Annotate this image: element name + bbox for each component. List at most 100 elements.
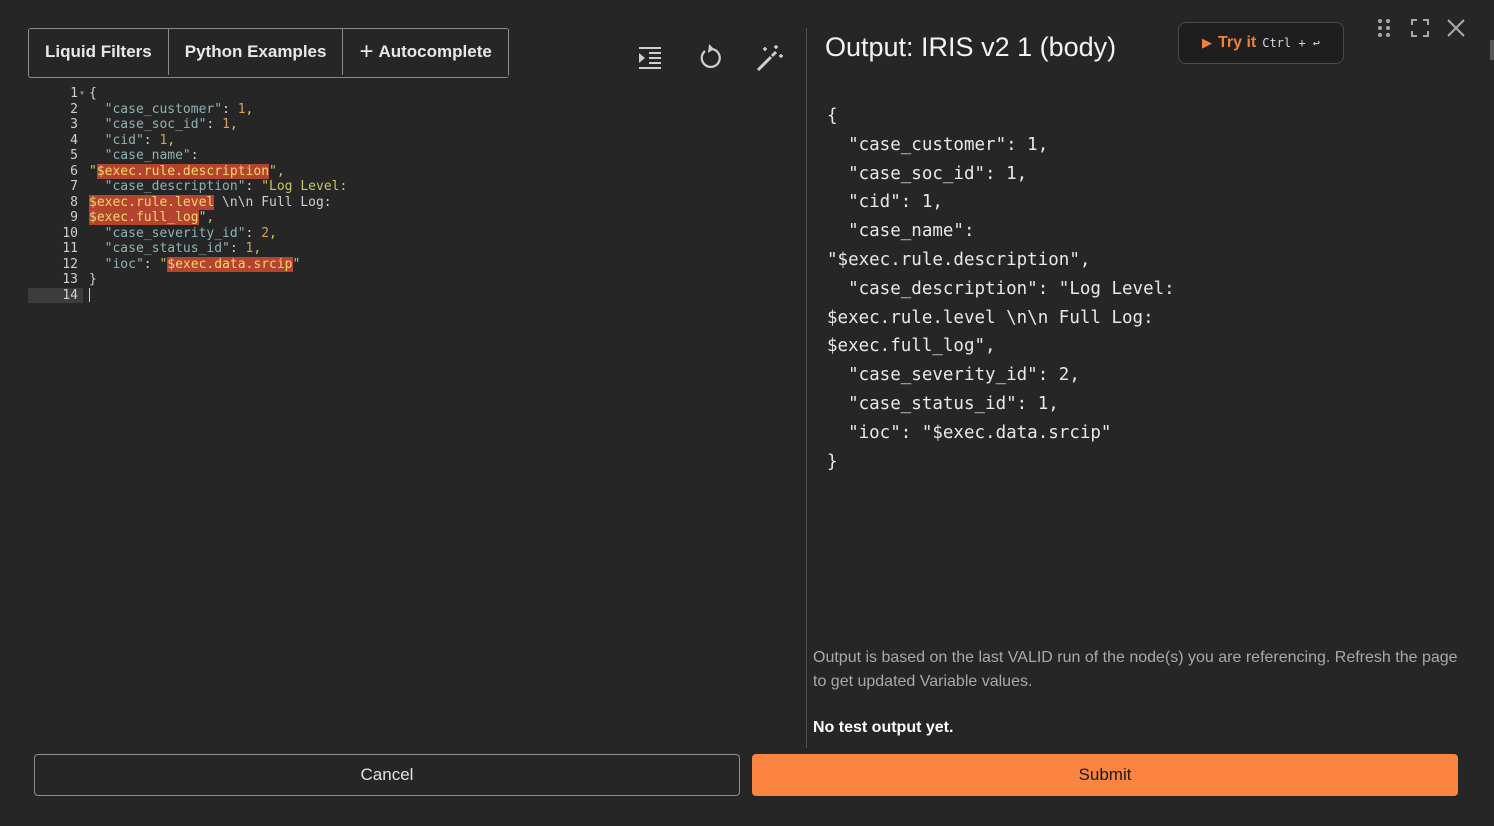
fullscreen-icon[interactable]: [1409, 17, 1431, 39]
line-number: 8: [70, 194, 78, 210]
line-number: 7: [70, 179, 78, 194]
line-content: [83, 288, 90, 304]
code-token: :: [229, 241, 246, 256]
code-line: 1 ▾ {: [28, 86, 788, 102]
panel-divider[interactable]: [806, 28, 807, 748]
editor-tabs: Liquid Filters Python Examples + Autocomp…: [28, 28, 509, 78]
code-token: ,: [167, 132, 176, 148]
output-line: "ioc": "$exec.data.srcip": [827, 422, 1112, 443]
code-token: "case_name": [104, 148, 191, 163]
code-token: "Log Level:: [261, 179, 348, 194]
line-content: "case_description": "Log Level:: [83, 179, 348, 195]
output-line: $exec.full_log",: [827, 336, 996, 357]
reset-icon[interactable]: [695, 43, 725, 73]
indent-icon[interactable]: [635, 43, 665, 73]
code-token: "case_status_id": [104, 241, 230, 256]
output-line: $exec.rule.level \n\n Full Log:: [827, 307, 1154, 328]
code-token: "ioc": [104, 256, 144, 272]
tab-label: Liquid Filters: [45, 42, 152, 61]
tab-label: Autocomplete: [378, 42, 492, 61]
line-number: 10: [62, 225, 78, 241]
tab-autocomplete[interactable]: + Autocomplete: [343, 29, 509, 75]
code-token: }: [89, 272, 97, 287]
code-line: 4 "cid": 1,: [28, 133, 788, 149]
code-token: 1: [237, 101, 246, 117]
line-number: 1 ▾: [70, 86, 85, 102]
variable-token: $exec.rule.description: [96, 163, 270, 179]
line-number: 5: [70, 148, 78, 163]
code-token: "case_description": [104, 179, 246, 194]
line-number: 9: [70, 210, 78, 225]
code-token: ,: [229, 117, 238, 132]
output-line: "case_status_id": 1,: [827, 393, 1059, 414]
line-number: 11: [62, 241, 78, 256]
variable-token: $exec.full_log: [89, 210, 199, 225]
line-content: "case_name":: [83, 148, 199, 164]
line-content: "ioc": "$exec.data.srcip": [83, 256, 300, 273]
output-line: {: [827, 106, 838, 126]
tab-label: Python Examples: [184, 42, 327, 61]
line-number: 13: [62, 272, 78, 287]
plus-icon: +: [359, 38, 374, 65]
code-token: ,: [245, 101, 254, 117]
line-number: 6: [70, 163, 78, 179]
fold-arrow-icon[interactable]: ▾: [79, 86, 85, 102]
code-token: :: [190, 148, 199, 163]
code-line: 12 "ioc": "$exec.data.srcip": [28, 256, 788, 273]
code-token: "case_customer": [104, 101, 223, 117]
code-editor[interactable]: 1 ▾{2 "case_customer": 1, 3 "case_soc_id":…: [28, 86, 788, 726]
code-token: ",: [198, 210, 215, 225]
code-token: ,: [253, 241, 262, 256]
try-it-label: Try it: [1217, 34, 1257, 51]
output-preview: { "case_customer": 1, "case_soc_id": 1, …: [827, 102, 1175, 476]
variable-token: $exec.data.srcip: [167, 256, 293, 272]
cancel-button[interactable]: Cancel: [34, 754, 740, 796]
line-content: "case_status_id": 1,: [83, 241, 262, 257]
code-line: 13}: [28, 272, 788, 288]
code-token: :: [143, 256, 160, 272]
code-token: ": [89, 163, 97, 179]
code-token: :: [245, 225, 262, 241]
code-token: "case_severity_id": [104, 225, 246, 241]
variable-token: $exec.rule.level: [89, 194, 215, 210]
code-token: :: [222, 101, 238, 117]
try-it-button[interactable]: ▶ Try it Ctrl + ↩: [1178, 22, 1344, 64]
line-content: }: [83, 272, 97, 288]
output-line: }: [827, 451, 838, 472]
output-line: "case_soc_id": 1,: [827, 163, 1028, 184]
line-content: $exec.full_log",: [83, 210, 214, 226]
output-note: Output is based on the last VALID run of…: [813, 649, 1458, 690]
line-number: 14: [28, 287, 83, 303]
scrollbar-edge: [1490, 40, 1494, 60]
code-token: :: [245, 179, 262, 194]
text-cursor: [89, 288, 90, 302]
code-token: :: [206, 117, 223, 132]
line-number: 3: [70, 117, 78, 132]
code-line: 6 "$exec.rule.description",: [28, 163, 788, 180]
tab-liquid-filters[interactable]: Liquid Filters: [29, 29, 169, 75]
drag-handle-icon[interactable]: [1373, 17, 1395, 39]
output-line: "cid": 1,: [827, 192, 943, 213]
output-line: "$exec.rule.description",: [827, 249, 1091, 270]
code-line: 5 "case_name":: [28, 148, 788, 164]
magic-wand-icon[interactable]: [754, 43, 784, 73]
submit-button[interactable]: Submit: [752, 754, 1458, 796]
code-line: 14: [28, 287, 788, 304]
code-token: 2: [261, 225, 270, 241]
code-line: 9 $exec.full_log",: [28, 210, 788, 226]
line-content: "case_soc_id": 1,: [83, 117, 238, 133]
code-token: \n\n Full Log:: [214, 194, 332, 210]
code-line: 2 "case_customer": 1,: [28, 102, 788, 118]
code-token: "case_soc_id": [104, 117, 207, 132]
code-line: 7 "case_description": "Log Level:: [28, 179, 788, 195]
test-output-status: No test output yet.: [813, 719, 954, 736]
output-line: "case_severity_id": 2,: [827, 365, 1080, 386]
output-title: Output: IRIS v2 1 (body): [825, 32, 1117, 62]
output-line: "case_customer": 1,: [827, 134, 1049, 155]
close-icon[interactable]: [1445, 17, 1467, 39]
tab-python-examples[interactable]: Python Examples: [169, 29, 344, 75]
